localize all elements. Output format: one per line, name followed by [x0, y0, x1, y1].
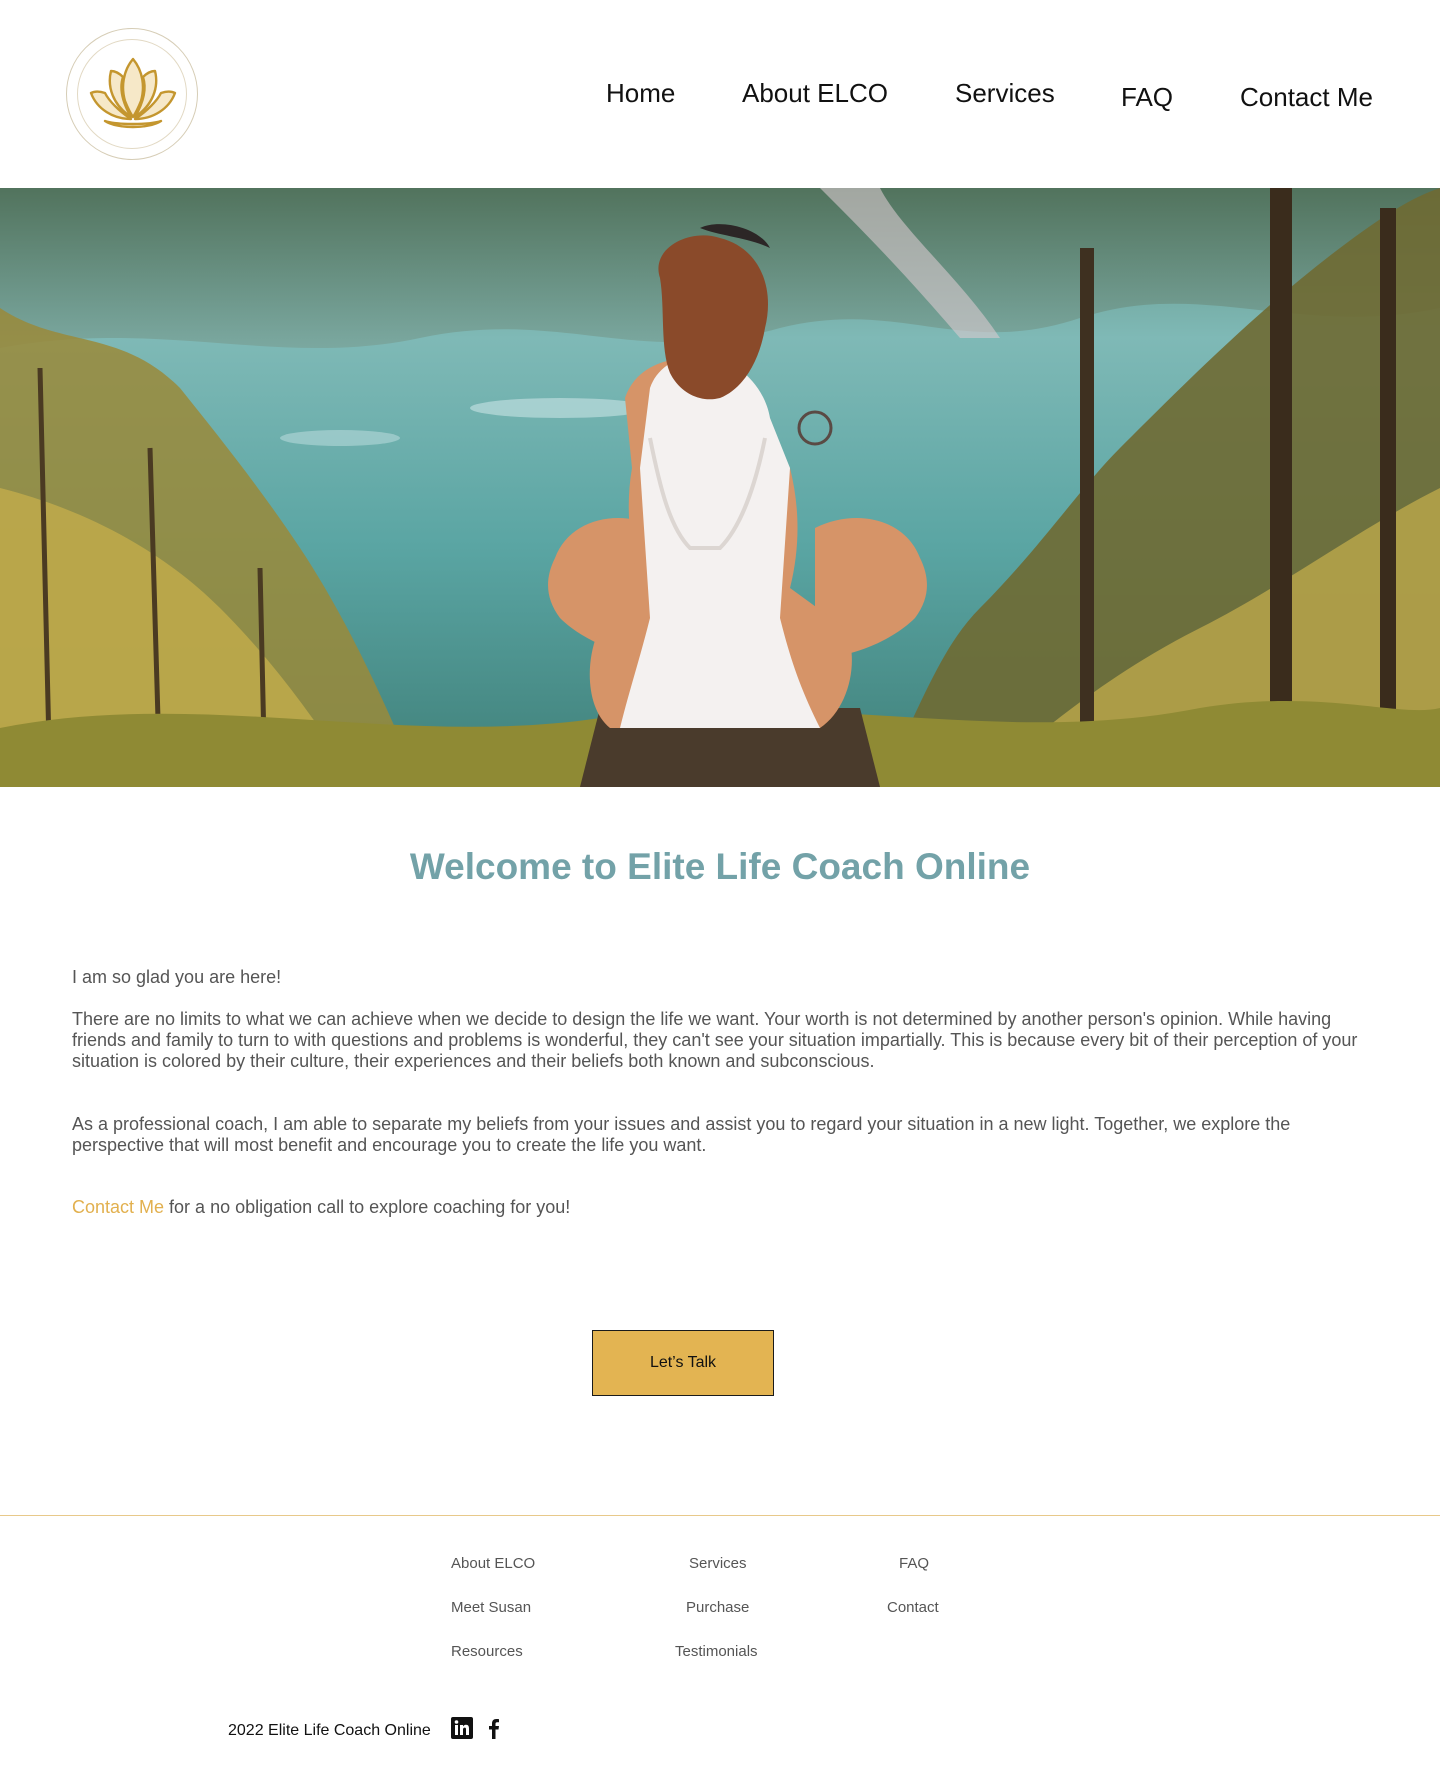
footer-link-faq[interactable]: FAQ: [899, 1555, 929, 1572]
contact-me-link[interactable]: Contact Me: [72, 1197, 164, 1217]
nav-services[interactable]: Services: [955, 78, 1055, 109]
intro-text: I am so glad you are here!: [72, 967, 282, 987]
contact-line-text: for a no obligation call to explore coac…: [164, 1197, 571, 1217]
nav-home[interactable]: Home: [606, 78, 675, 109]
footer-link-contact[interactable]: Contact: [887, 1599, 939, 1616]
footer-link-about[interactable]: About ELCO: [451, 1555, 535, 1572]
footer-link-resources[interactable]: Resources: [451, 1643, 523, 1660]
contact-line: Contact Me for a no obligation call to e…: [72, 1197, 1372, 1218]
paragraph-coach: As a professional coach, I am able to se…: [72, 1114, 1291, 1155]
lets-talk-label: Let’s Talk: [649, 1354, 717, 1371]
nav-about[interactable]: About ELCO: [742, 78, 888, 109]
footer-divider: [0, 1515, 1440, 1516]
footer-link-testimonials[interactable]: Testimonials: [675, 1643, 758, 1660]
main-nav: Home About ELCO Services FAQ Contact Me: [0, 78, 1440, 118]
nav-contact[interactable]: Contact Me: [1240, 82, 1373, 113]
page-title: Welcome to Elite Life Coach Online: [409, 846, 1031, 887]
hero-image: [0, 188, 1440, 787]
copyright-text: 2022 Elite Life Coach Online: [228, 1722, 431, 1739]
facebook-icon[interactable]: [482, 1716, 506, 1740]
paragraph-limits: There are no limits to what we can achie…: [72, 1009, 1358, 1071]
footer-link-meet-susan[interactable]: Meet Susan: [451, 1599, 531, 1616]
nav-faq[interactable]: FAQ: [1121, 82, 1173, 113]
footer-link-services[interactable]: Services: [689, 1555, 747, 1572]
linkedin-icon[interactable]: [450, 1716, 474, 1740]
lets-talk-button[interactable]: Let’s Talk: [592, 1330, 774, 1396]
footer-link-purchase[interactable]: Purchase: [686, 1599, 749, 1616]
